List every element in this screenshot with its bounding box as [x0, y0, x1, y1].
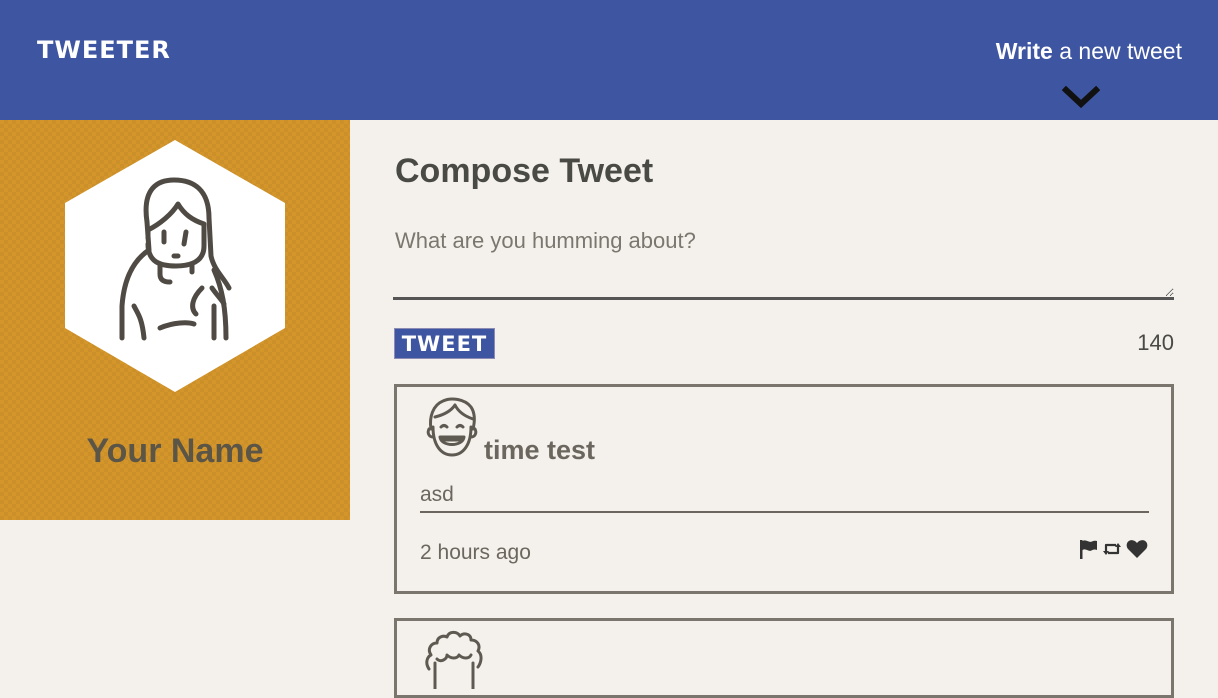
tweet-button[interactable]: TWEET [394, 328, 495, 359]
tweet-input[interactable] [393, 222, 1174, 300]
tweet-card: time test asd 2 hours ago [394, 384, 1174, 594]
smiling-man-avatar-icon [426, 397, 478, 457]
tweet-actions [1078, 539, 1148, 559]
logo[interactable]: TWEETER [37, 36, 171, 64]
tweet-author: time test [484, 435, 596, 465]
flag-icon[interactable] [1078, 539, 1098, 559]
tweet-timestamp: 2 hours ago [420, 541, 531, 564]
write-label-rest: a new tweet [1059, 38, 1182, 64]
compose-title: Compose Tweet [395, 152, 654, 190]
heart-icon[interactable] [1126, 539, 1148, 559]
character-counter: 140 [1137, 330, 1174, 355]
profile-panel: Your Name [0, 120, 350, 520]
write-tweet-toggle[interactable]: Write a new tweet [996, 38, 1182, 65]
profile-name: Your Name [86, 432, 264, 470]
write-label-bold: Write [995, 38, 1053, 64]
curly-hair-avatar-icon [425, 630, 483, 689]
top-navbar: TWEETER Write a new tweet [0, 0, 1218, 120]
woman-avatar-icon [65, 140, 285, 392]
tweet-text: asd [420, 483, 1149, 513]
retweet-icon[interactable] [1102, 539, 1122, 559]
tweet-card [394, 618, 1174, 698]
chevron-down-icon[interactable] [1062, 84, 1100, 112]
